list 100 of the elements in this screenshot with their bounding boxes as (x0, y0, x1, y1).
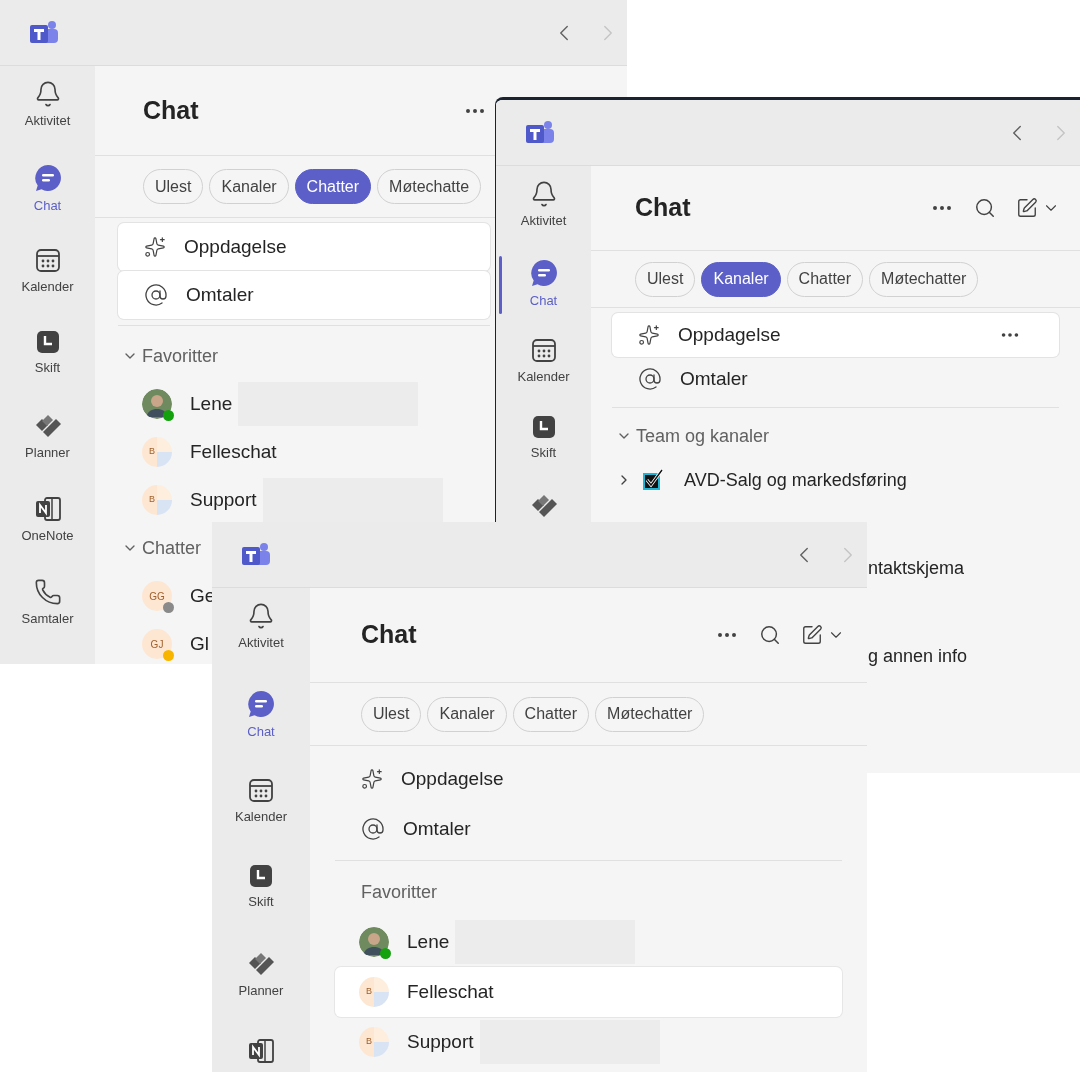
filter-chip[interactable]: Chatter (294, 169, 372, 204)
section-title: Chatter (142, 536, 202, 560)
sidebar-item[interactable]: Planner (212, 946, 310, 1033)
sidebar-item[interactable]: Kalender (212, 772, 310, 859)
quick-link[interactable]: Omtaler (335, 804, 842, 854)
notebook-icon (246, 1037, 276, 1065)
initials-avatar: GG (142, 581, 172, 611)
section-title: Favoritter (360, 880, 438, 904)
chat-list-item[interactable]: B Support (118, 476, 443, 524)
page-title: Chat (361, 619, 417, 651)
page-title: Chat (143, 94, 199, 126)
compose-icon (801, 624, 823, 646)
sidebar-item[interactable]: Aktivitet (0, 76, 95, 159)
chat-list-item[interactable]: GJ Gl (118, 620, 209, 664)
chat-list-item[interactable]: B Felleschat (118, 428, 277, 476)
chat-name: Felleschat (190, 439, 277, 464)
calendar-icon (529, 336, 558, 364)
quick-link[interactable]: Oppdagelse (118, 223, 490, 271)
chat-bubble-icon (528, 258, 559, 288)
filter-chip[interactable]: Kanaler (701, 261, 781, 297)
sidebar-label: Aktivitet (520, 212, 567, 230)
chat-name: Lene (190, 391, 233, 416)
sidebar-label: OneNote (21, 527, 74, 545)
sidebar-item[interactable]: Skift (0, 325, 95, 408)
sidebar-label: Skift (34, 359, 61, 377)
sidebar-label: Aktivitet (238, 634, 284, 652)
at-sign-icon (144, 283, 168, 307)
sidebar-item[interactable]: Chat (496, 254, 591, 332)
section-header[interactable]: Chatter (118, 524, 202, 572)
chat-name: Lene (407, 929, 450, 954)
sidebar-label: Aktivitet (24, 112, 71, 130)
sidebar-item[interactable]: Samtaler (0, 574, 95, 657)
team-name: AVD-Salg og markedsføring (684, 468, 907, 492)
sparkles-icon (361, 768, 383, 790)
sidebar-label: Planner (238, 982, 284, 1000)
team-list-item[interactable]: AVD-Salg og markedsføring (612, 458, 1059, 502)
section-header[interactable]: Team og kanaler (612, 414, 770, 458)
sidebar-item[interactable]: Chat (0, 159, 95, 242)
quick-link-label: Omtaler (186, 282, 254, 307)
quick-link-label: Omtaler (403, 816, 471, 841)
quick-link[interactable]: Omtaler (118, 271, 490, 319)
sidebar-item[interactable]: Skift (212, 859, 310, 946)
chat-name: Support (407, 1029, 474, 1054)
person-avatar (142, 389, 172, 419)
quick-link-label: Oppdagelse (401, 766, 504, 791)
chat-name: Gl (190, 631, 209, 656)
sidebar-item[interactable]: Aktivitet (496, 176, 591, 254)
bell-icon (247, 602, 275, 630)
clock-square-icon (248, 863, 274, 889)
compose-icon (1016, 197, 1038, 219)
sidebar-label: Planner (25, 444, 70, 462)
calendar-icon (247, 776, 275, 804)
sidebar-label: Kalender (517, 368, 570, 386)
channel-name: g annen info (868, 644, 968, 668)
quick-link[interactable]: Omtaler (612, 357, 1059, 401)
sidebar-label: Kalender (234, 808, 287, 826)
sparkles-icon (144, 236, 166, 258)
channel-name: ntaktskjema (868, 556, 965, 580)
at-sign-icon (638, 367, 662, 391)
quick-link[interactable]: Oppdagelse (335, 754, 842, 804)
section-header[interactable]: Favoritter (118, 332, 219, 380)
sidebar-label: Chat (247, 723, 275, 741)
sidebar-item[interactable]: Kalender (496, 332, 591, 410)
calendar-icon (33, 246, 62, 274)
section-header[interactable]: Favoritter (335, 867, 438, 917)
sidebar-label: Skift (248, 893, 274, 911)
sidebar-label: Skift (530, 444, 557, 462)
section-title: Team og kanaler (636, 424, 770, 448)
phone-icon (33, 578, 62, 606)
sidebar-item[interactable]: Chat (212, 685, 310, 772)
chat-name: Felleschat (407, 979, 494, 1004)
quick-link[interactable]: Oppdagelse (612, 313, 1059, 357)
sparkles-icon (638, 324, 660, 346)
clock-square-icon (34, 329, 61, 355)
initials-avatar: GJ (142, 629, 172, 659)
person-avatar (359, 927, 389, 957)
sidebar-label: Kalender (21, 278, 74, 296)
chat-name: Support (190, 487, 257, 512)
sidebar-item[interactable]: Aktivitet (212, 598, 310, 685)
search-icon[interactable] (759, 624, 781, 646)
sidebar-label: Chat (529, 292, 558, 310)
quick-link-label: Oppdagelse (184, 234, 287, 259)
sidebar-item[interactable]: Planner (0, 408, 95, 491)
checkbox-team-icon (640, 467, 666, 493)
chat-bubble-icon (32, 163, 63, 193)
search-icon[interactable] (974, 197, 996, 219)
sidebar-item[interactable]: OneNote (0, 491, 95, 574)
chat-bubble-icon (246, 689, 276, 719)
chat-list-item[interactable]: B Felleschat (335, 967, 842, 1017)
quick-link-label: Omtaler (680, 366, 748, 391)
chat-list-item[interactable]: B Support (335, 1017, 660, 1067)
chat-list-item[interactable]: Lene (335, 917, 636, 967)
at-sign-icon (361, 817, 385, 841)
quick-link-label: Oppdagelse (678, 322, 781, 347)
chat-list-item[interactable]: Lene (118, 380, 419, 428)
sidebar-item[interactable]: Kalender (0, 242, 95, 325)
clock-square-icon (530, 414, 557, 440)
sidebar-label: Chat (33, 197, 62, 215)
sidebar-item[interactable]: Skift (496, 410, 591, 488)
page-title: Chat (635, 192, 691, 224)
